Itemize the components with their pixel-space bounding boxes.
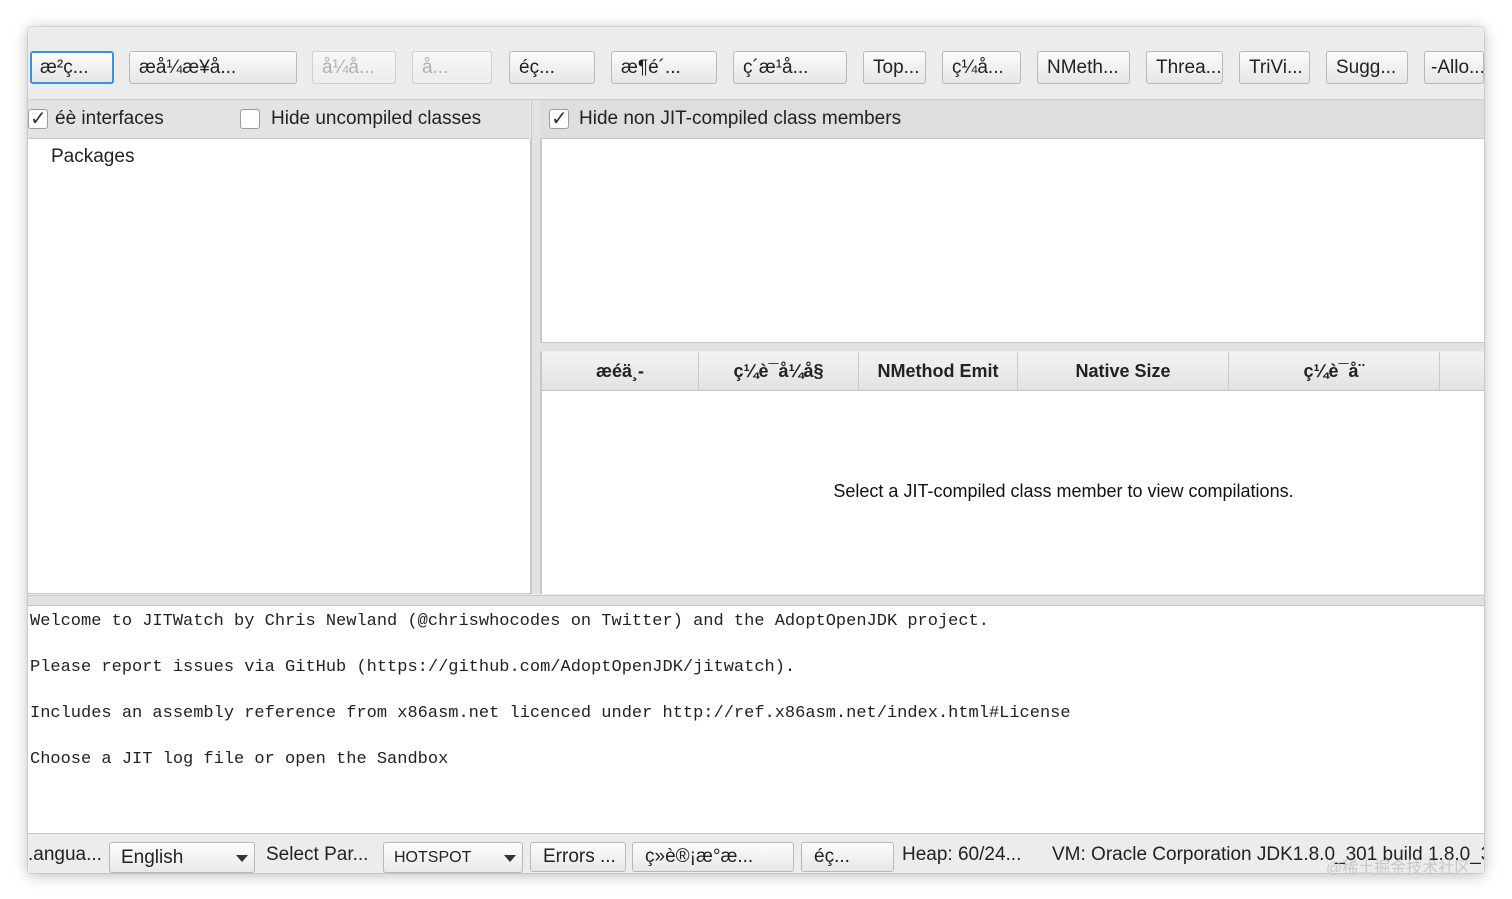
chevron-down-icon [504, 855, 516, 862]
status-bar: .angua... English Select Par... HOTSPOT … [28, 833, 1484, 873]
compilations-table-body[interactable]: Select a JIT-compiled class member to vi… [541, 391, 1484, 594]
toolbar-button-4[interactable]: å... [412, 51, 492, 84]
left-options-bar: ✓ éè interfaces Hide uncompiled classes [28, 100, 530, 139]
parser-select-value: HOTSPOT [394, 849, 472, 866]
column-header-1[interactable]: æéä¸- [542, 352, 699, 390]
settings-button[interactable]: éç... [801, 842, 894, 872]
horizontal-splitter[interactable] [540, 343, 1484, 351]
parser-select[interactable]: HOTSPOT [383, 842, 523, 873]
statistics-button[interactable]: ç»è®¡æ°æ... [632, 842, 794, 872]
column-header-2[interactable]: ç¼è¯å¼å§ [699, 352, 859, 390]
column-header-5[interactable]: ç¼è¯å¨ [1229, 352, 1440, 390]
toolbar-button-6[interactable]: æ¶é´... [611, 51, 717, 84]
heap-status: Heap: 60/24... [902, 844, 1022, 865]
log-output[interactable]: Welcome to JITWatch by Chris Newland (@c… [28, 605, 1484, 834]
parser-label: Select Par... [266, 844, 369, 865]
hide-non-jit-label: Hide non JIT-compiled class members [579, 108, 902, 129]
log-line: Choose a JIT log file or open the Sandbo… [30, 750, 449, 769]
watermark: @稀土掘金技术社区 [1326, 860, 1471, 877]
column-header-nmethod-emit[interactable]: NMethod Emit [859, 352, 1018, 390]
chevron-down-icon [236, 855, 248, 862]
toolbar-button-suggest[interactable]: Sugg... [1326, 51, 1408, 84]
language-select-value: English [121, 847, 184, 868]
toolbar-button-2[interactable]: æå¼æ¥å... [129, 51, 297, 84]
right-options-bar: ✓ Hide non JIT-compiled class members [540, 100, 1484, 139]
show-interfaces-checkbox[interactable]: ✓ [28, 108, 48, 130]
package-tree[interactable]: Packages [28, 139, 531, 594]
compilations-table-header: æéä¸- ç¼è¯å¼å§ NMethod Emit Native Size … [541, 352, 1484, 391]
language-select[interactable]: English [109, 842, 255, 873]
bottom-splitter[interactable] [28, 595, 1484, 605]
toolbar-button-top[interactable]: Top... [863, 51, 926, 84]
empty-table-message: Select a JIT-compiled class member to vi… [833, 481, 1294, 501]
log-line: Includes an assembly reference from x86a… [30, 704, 1071, 723]
hide-non-jit-checkbox[interactable]: ✓ [549, 108, 569, 130]
log-line: Welcome to JITWatch by Chris Newland (@c… [30, 612, 989, 631]
column-header-native-size[interactable]: Native Size [1018, 352, 1229, 390]
toolbar-button-triview[interactable]: TriVi... [1239, 51, 1310, 84]
toolbar-button-5[interactable]: éç... [509, 51, 595, 84]
toolbar-button-3[interactable]: å¼å... [312, 51, 396, 84]
toolbar-button-allocation[interactable]: -Allo... [1424, 51, 1484, 84]
log-line: Please report issues via GitHub (https:/… [30, 658, 796, 677]
tree-root-packages[interactable]: Packages [51, 146, 134, 168]
errors-button[interactable]: Errors ... [530, 842, 626, 872]
hide-uncompiled-checkbox[interactable] [240, 109, 260, 129]
toolbar-button-threads[interactable]: Threa... [1146, 51, 1223, 84]
checkmark-icon: ✓ [30, 108, 47, 130]
toolbar-button-9[interactable]: ç¼å... [942, 51, 1021, 84]
show-interfaces-label: éè interfaces [55, 108, 164, 129]
toolbar: æ²ç... æå¼æ¥å... å¼å... å... éç... æ¶é´.… [28, 27, 1484, 100]
toolbar-button-7[interactable]: ç´æ¹å... [733, 51, 847, 84]
language-label: .angua... [28, 844, 102, 865]
jitwatch-window: æ²ç... æå¼æ¥å... å¼å... å... éç... æ¶é´.… [28, 27, 1484, 873]
checkmark-icon: ✓ [551, 108, 568, 130]
toolbar-button-nmethod[interactable]: NMeth... [1037, 51, 1130, 84]
hide-uncompiled-label: Hide uncompiled classes [271, 108, 482, 129]
class-members-list[interactable] [541, 139, 1484, 343]
toolbar-button-1[interactable]: æ²ç... [30, 51, 114, 84]
